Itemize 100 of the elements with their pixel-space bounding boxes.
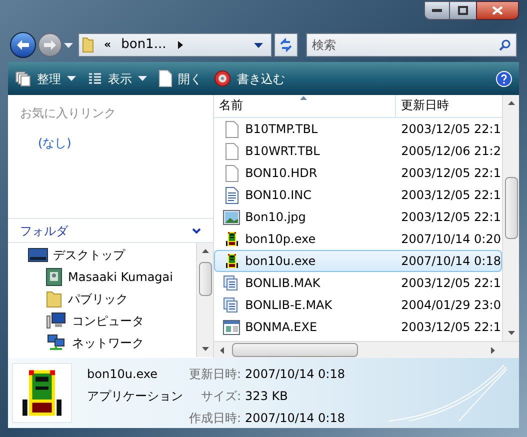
- documents-icon: [223, 296, 240, 314]
- file-row[interactable]: BON10.INC 2003/12/05 22:1: [214, 184, 502, 206]
- scroll-thumb[interactable]: [199, 262, 212, 296]
- close-icon: [492, 6, 503, 15]
- scroll-thumb[interactable]: [505, 177, 518, 239]
- file-row[interactable]: BONMA.EXE 2003/12/05 22:1: [214, 316, 502, 338]
- file-name: B10TMP.TBL: [245, 121, 318, 138]
- file-row[interactable]: bon10p.exe 2007/10/14 0:20: [214, 228, 502, 250]
- file-row[interactable]: BONLIB-E.MAK 2004/01/29 23:0: [214, 294, 502, 316]
- tree-item[interactable]: Masaaki Kumagai: [8, 266, 196, 288]
- file-row[interactable]: bon10u.exe 2007/10/14 0:18: [214, 250, 502, 272]
- close-button[interactable]: [476, 1, 519, 20]
- address-bar[interactable]: « bon1...: [78, 33, 272, 57]
- scroll-right-icon: [491, 347, 495, 354]
- caret-icon: [64, 42, 73, 48]
- file-name: B10WRT.TBL: [245, 143, 320, 160]
- blank-file-icon: [224, 142, 239, 160]
- column-header[interactable]: 名前: [214, 95, 396, 117]
- minimize-icon: [432, 9, 442, 12]
- details-label: 更新日時:: [189, 366, 242, 383]
- breadcrumb-overflow[interactable]: «: [104, 36, 112, 54]
- caret-icon: [254, 42, 263, 48]
- scroll-down-icon: [202, 347, 210, 351]
- file-row[interactable]: B10TMP.TBL 2003/12/05 22:1: [214, 118, 502, 140]
- tree-item[interactable]: ネットワーク: [8, 332, 196, 354]
- file-name: BONMA.EXE: [245, 319, 318, 336]
- modified-date: 2003/12/05 22:1: [400, 275, 501, 292]
- modified-date: 2003/12/05 22:1: [400, 209, 501, 226]
- modified-date: 2005/12/06 21:2: [400, 143, 501, 160]
- modified-date: 2003/12/05 22:1: [400, 121, 501, 138]
- modified-date: 2007/10/14 0:20: [400, 231, 501, 248]
- contact-book-icon: [46, 268, 62, 286]
- search-field[interactable]: 検索: [306, 33, 517, 57]
- breadcrumb-path[interactable]: bon1...: [121, 35, 166, 55]
- file-name: bon10u.exe: [245, 253, 316, 270]
- right-arrow-icon: [43, 39, 57, 51]
- network-icon: [46, 334, 66, 352]
- maximize-button[interactable]: [450, 1, 476, 20]
- back-button[interactable]: [10, 32, 36, 58]
- modified-date: 2003/12/05 22:1: [400, 319, 501, 336]
- image-file-icon: [223, 210, 240, 224]
- details-value: 2007/10/14 0:18: [245, 366, 345, 383]
- file-name: BONLIB-E.MAK: [245, 297, 332, 314]
- folders-header[interactable]: フォルダ: [8, 218, 214, 243]
- toolbar-button[interactable]: 開く: [159, 70, 202, 88]
- folder-icon: [82, 37, 94, 53]
- details-file-name: bon10u.exe: [87, 366, 159, 383]
- help-button[interactable]: [496, 70, 512, 86]
- modified-date: 2004/01/29 23:0: [400, 297, 501, 314]
- blank-file-icon: [224, 120, 239, 138]
- scroll-up-icon: [508, 101, 515, 105]
- file-name: Bon10.jpg: [245, 209, 306, 226]
- horizontal-scrollbar[interactable]: [214, 341, 519, 358]
- robot-icon: [224, 231, 240, 247]
- modified-date: 2003/12/05 22:1: [400, 165, 501, 182]
- folder-icon: [46, 290, 62, 308]
- toolbar-button[interactable]: 表示: [88, 70, 147, 88]
- tree-item[interactable]: パブリック: [8, 288, 196, 310]
- favorite-link[interactable]: (なし): [38, 134, 72, 152]
- file-name: BONLIB.MAK: [245, 275, 320, 292]
- text-file-icon: [224, 186, 239, 204]
- details-label: サイズ:: [200, 388, 242, 405]
- tree-item[interactable]: コンピュータ: [8, 310, 196, 332]
- details-file-type: アプリケーション: [87, 388, 183, 405]
- blank-file-icon: [224, 164, 239, 182]
- scroll-left-icon: [220, 347, 224, 354]
- robot-icon: [224, 253, 240, 269]
- scroll-thumb[interactable]: [232, 343, 358, 357]
- details-value: 323 KB: [245, 388, 289, 405]
- file-name: BON10.HDR: [245, 165, 318, 182]
- chevron-down-icon: [192, 228, 202, 234]
- file-row[interactable]: B10WRT.TBL 2005/12/06 21:2: [214, 140, 502, 162]
- vertical-scrollbar[interactable]: [502, 95, 519, 341]
- refresh-button[interactable]: [274, 33, 298, 57]
- window-icon: [223, 320, 240, 334]
- file-name: BON10.INC: [245, 187, 312, 204]
- maximize-icon: [458, 6, 468, 15]
- file-row[interactable]: Bon10.jpg 2003/12/05 22:1: [214, 206, 502, 228]
- file-row[interactable]: BONLIB.MAK 2003/12/05 22:1: [214, 272, 502, 294]
- minimize-button[interactable]: [424, 1, 450, 20]
- list-view-icon: [88, 72, 102, 86]
- file-name: bon10p.exe: [245, 231, 316, 248]
- file-row[interactable]: BON10.HDR 2003/12/05 22:1: [214, 162, 502, 184]
- details-label: 作成日時:: [189, 410, 242, 427]
- toolbar-button[interactable]: 整理: [15, 70, 76, 88]
- tree-item[interactable]: デスクトップ: [8, 244, 196, 266]
- modified-date: 2007/10/14 0:18: [400, 253, 501, 270]
- toolbar-button[interactable]: 書き込む: [214, 70, 285, 88]
- modified-date: 2003/12/05 22:1: [400, 187, 501, 204]
- monitor-icon: [28, 248, 48, 262]
- caret-icon: [67, 76, 76, 81]
- disc-icon: [214, 70, 231, 87]
- page-icon: [159, 70, 172, 87]
- computer-icon: [46, 312, 66, 330]
- refresh-arrows-icon: [279, 38, 293, 52]
- details-value: 2007/10/14 0:18: [245, 410, 345, 427]
- vertical-scrollbar[interactable]: [196, 243, 214, 357]
- column-header[interactable]: 更新日時: [396, 95, 502, 117]
- forward-button[interactable]: [38, 33, 62, 57]
- search-icon: [499, 39, 511, 51]
